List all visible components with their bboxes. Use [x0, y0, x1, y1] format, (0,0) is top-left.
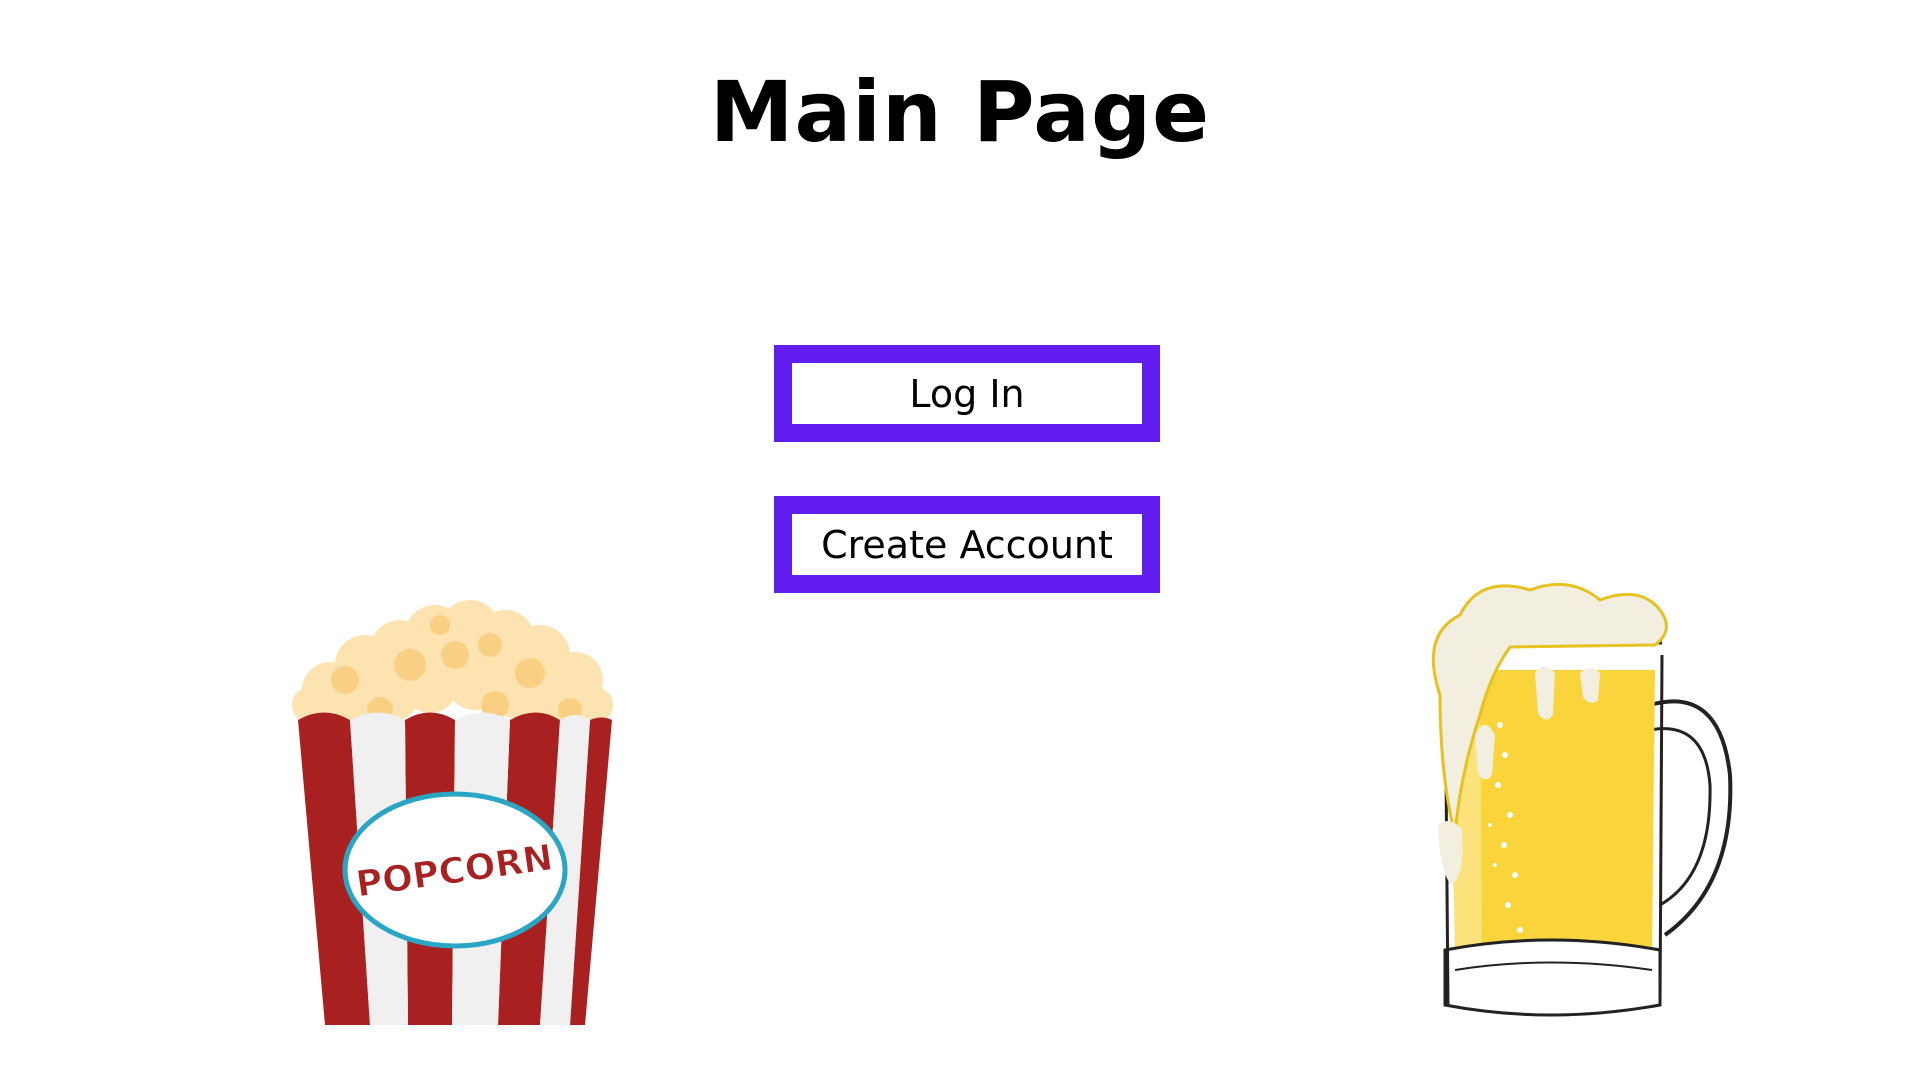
create-account-button[interactable]: Create Account	[774, 496, 1160, 593]
page-title: Main Page	[709, 63, 1211, 161]
log-in-button[interactable]: Log In	[774, 345, 1160, 442]
beer-mug-icon	[1431, 582, 1733, 1017]
popcorn-bucket-icon: POPCORN	[292, 600, 613, 1025]
